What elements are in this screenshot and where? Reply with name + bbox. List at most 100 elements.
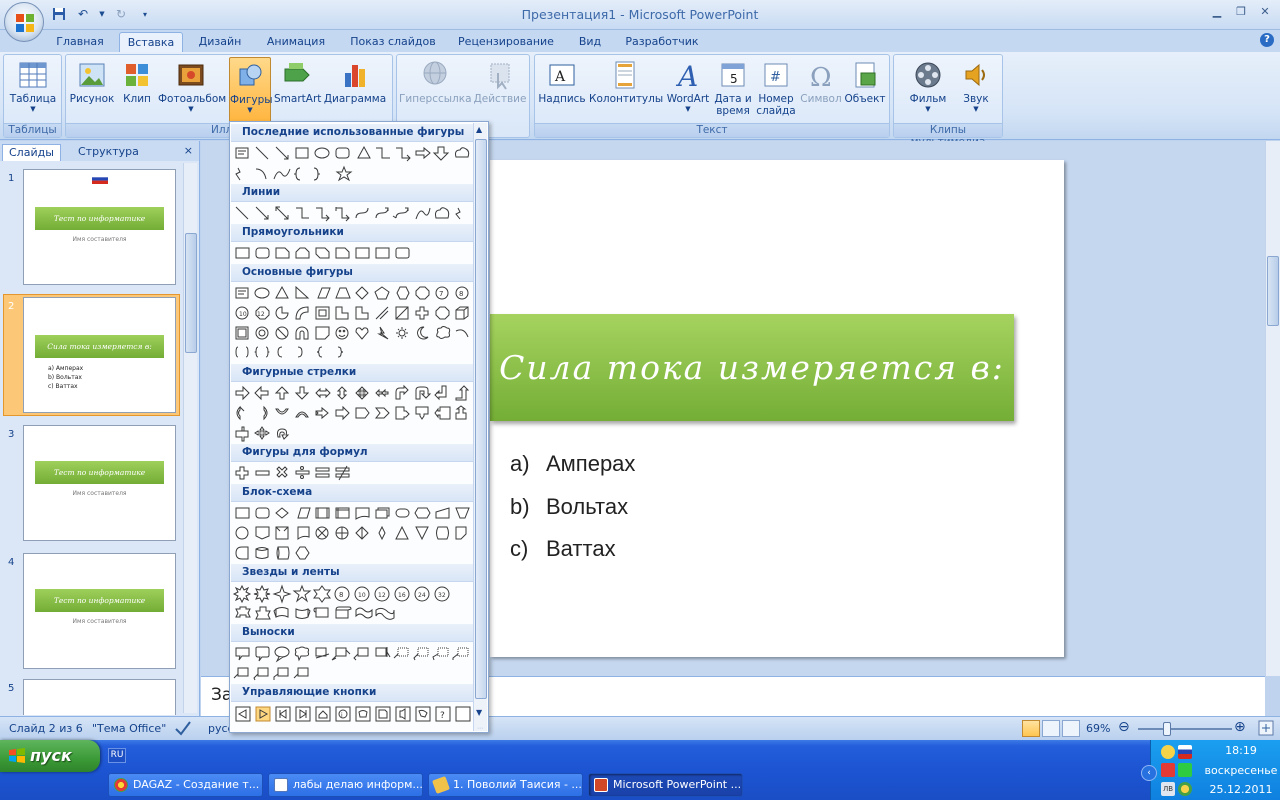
slide-title-box[interactable]: Сила тока измеряется в: [490, 314, 1014, 421]
tab-animation[interactable]: Анимация [258, 32, 334, 52]
taskbar-item-browser[interactable]: DAGAZ - Создание т... [108, 773, 263, 797]
tab-design[interactable]: Дизайн [190, 32, 250, 52]
action-button[interactable]: Действие [473, 57, 527, 125]
resize-grip-icon[interactable]: ⋯ [477, 725, 487, 732]
slide-thumbnail-2[interactable]: Сила тока измеряется в: a) Амперах b) Во… [23, 297, 176, 413]
close-icon[interactable]: ✕ [1254, 2, 1276, 20]
clock-time[interactable]: 18:19 [1201, 744, 1280, 757]
shapes-gallery-scrollbar[interactable]: ▲ ▼ [473, 123, 487, 731]
table-button[interactable]: Таблица ▼ [6, 57, 60, 125]
shapes-row-basic[interactable]: 7 8 10 12 [232, 284, 472, 364]
answer-item[interactable]: c) Ваттах [510, 536, 616, 562]
symbol-button[interactable]: Ω Символ [799, 57, 843, 125]
theme-name[interactable]: "Тема Office" [92, 722, 166, 735]
shapes-row-lines[interactable] [232, 204, 472, 222]
datetime-button[interactable]: 5 Дата и время [713, 57, 753, 125]
zoom-slider[interactable] [1138, 728, 1232, 730]
taskbar-item-document[interactable]: лабы делаю информ... [268, 773, 423, 797]
tab-insert[interactable]: Вставка [119, 32, 183, 52]
thumb-list: a) Амперах b) Вольтах c) Ваттах [48, 364, 83, 391]
film-reel-icon [915, 62, 941, 88]
object-label: Объект [844, 93, 886, 105]
close-panel-icon[interactable]: × [184, 144, 193, 157]
slide-sorter-view-icon[interactable] [1042, 720, 1060, 737]
answer-item[interactable]: b) Вольтах [510, 494, 628, 520]
fit-to-window-icon[interactable] [1258, 720, 1274, 739]
scroll-up-icon[interactable]: ▲ [476, 125, 482, 134]
tab-review[interactable]: Рецензирование [452, 32, 560, 52]
help-icon[interactable]: ? [1260, 33, 1274, 47]
answer-item[interactable]: a) Амперах [510, 451, 635, 477]
chart-label: Диаграмма [323, 93, 387, 105]
antivirus-icon[interactable] [1161, 763, 1175, 777]
shapes-row-block-arrows[interactable] [232, 384, 472, 444]
update-icon[interactable] [1178, 782, 1192, 796]
start-button[interactable]: пуск [0, 740, 100, 772]
lv-icon[interactable]: ЛВ [1161, 782, 1175, 796]
picture-button[interactable]: Рисунок [68, 57, 116, 125]
tab-developer[interactable]: Разработчик [620, 32, 704, 52]
zoom-level[interactable]: 69% [1086, 722, 1110, 735]
taskbar-item-powerpoint[interactable]: Microsoft PowerPoint ... [588, 773, 743, 797]
slides-panel-scrollbar[interactable] [183, 163, 197, 713]
scroll-down-icon[interactable]: ▼ [476, 708, 482, 717]
slide-thumbnail-5[interactable] [23, 679, 176, 715]
hyperlink-button[interactable]: Гиперссылка [399, 57, 472, 125]
tab-slides[interactable]: Слайды [2, 144, 61, 161]
wordart-button[interactable]: A WordArt ▼ [663, 57, 713, 125]
object-button[interactable]: Объект [843, 57, 887, 125]
editor-scrollbar[interactable] [1265, 141, 1280, 676]
header-footer-button[interactable]: Колонтитулы [589, 57, 663, 125]
shapes-button[interactable]: Фигуры ▼ [229, 57, 273, 125]
russian-flag-icon[interactable] [1178, 745, 1192, 759]
slide-thumbnail-4[interactable]: Тест по информатике Имя составителя [23, 553, 176, 669]
spellcheck-icon[interactable] [174, 719, 192, 740]
tab-slideshow[interactable]: Показ слайдов [344, 32, 442, 52]
clock-weekday: воскресенье [1204, 764, 1278, 777]
thumb-title-bar: Тест по информатике [35, 207, 164, 230]
shapes-row-recent[interactable] [232, 144, 472, 184]
scrollbar-thumb[interactable] [475, 139, 487, 699]
scrollbar-thumb[interactable] [1267, 256, 1279, 326]
tab-view[interactable]: Вид [570, 32, 610, 52]
shapes-row-action-buttons[interactable]: i ? [232, 704, 472, 722]
svg-text:?: ? [440, 711, 445, 721]
tab-home[interactable]: Главная [50, 32, 110, 52]
restore-icon[interactable]: ❐ [1230, 2, 1252, 20]
answer-letter: b) [510, 494, 530, 519]
slideshow-view-icon[interactable] [1062, 720, 1080, 737]
scrollbar-thumb[interactable] [185, 233, 197, 353]
tray-expand-icon[interactable]: ‹ [1141, 765, 1157, 781]
office-button[interactable] [4, 2, 44, 42]
shapes-row-callouts[interactable] [232, 644, 472, 684]
notification-icon[interactable] [1161, 745, 1175, 759]
powerpoint-icon [594, 778, 608, 792]
slide-number-button[interactable]: # Номер слайда [754, 57, 798, 125]
minimize-icon[interactable]: ▁ [1206, 2, 1228, 20]
ribbon-tabs: Главная Вставка Дизайн Анимация Показ сл… [0, 30, 1280, 52]
textbox-button[interactable]: A Надпись [537, 57, 587, 125]
shapes-row-flowchart[interactable] [232, 504, 472, 564]
normal-view-icon[interactable] [1022, 720, 1040, 737]
tab-outline[interactable]: Структура [72, 144, 145, 161]
taskbar-item-file[interactable]: 1. Поволий Таисия - ... [428, 773, 583, 797]
photoalbum-button[interactable]: Фотоальбом ▼ [158, 57, 226, 125]
chart-button[interactable]: Диаграмма [322, 57, 388, 125]
movie-button[interactable]: Фильм ▼ [902, 57, 954, 125]
zoom-in-icon[interactable]: ⊕ [1234, 719, 1246, 735]
start-label: пуск [30, 746, 72, 765]
zoom-out-icon[interactable]: ⊖ [1118, 719, 1130, 735]
shapes-dropdown-icon: ▼ [247, 106, 253, 114]
header-footer-icon [615, 61, 635, 89]
clip-button[interactable]: Клип [119, 57, 155, 125]
sound-button[interactable]: Звук ▼ [954, 57, 998, 125]
slide-thumbnail-3[interactable]: Тест по информатике Имя составителя [23, 425, 176, 541]
shapes-row-stars[interactable]: 8 10 12 16 24 32 [232, 584, 472, 624]
shapes-row-equation[interactable] [232, 464, 472, 482]
slide-thumbnail-1[interactable]: Тест по информатике Имя составителя [23, 169, 176, 285]
network-icon[interactable] [1178, 763, 1192, 777]
shapes-row-rectangles[interactable] [232, 244, 472, 262]
smartart-button[interactable]: SmartArt [274, 57, 321, 125]
zoom-slider-handle[interactable] [1163, 722, 1171, 736]
language-bar[interactable]: RU [108, 748, 126, 763]
